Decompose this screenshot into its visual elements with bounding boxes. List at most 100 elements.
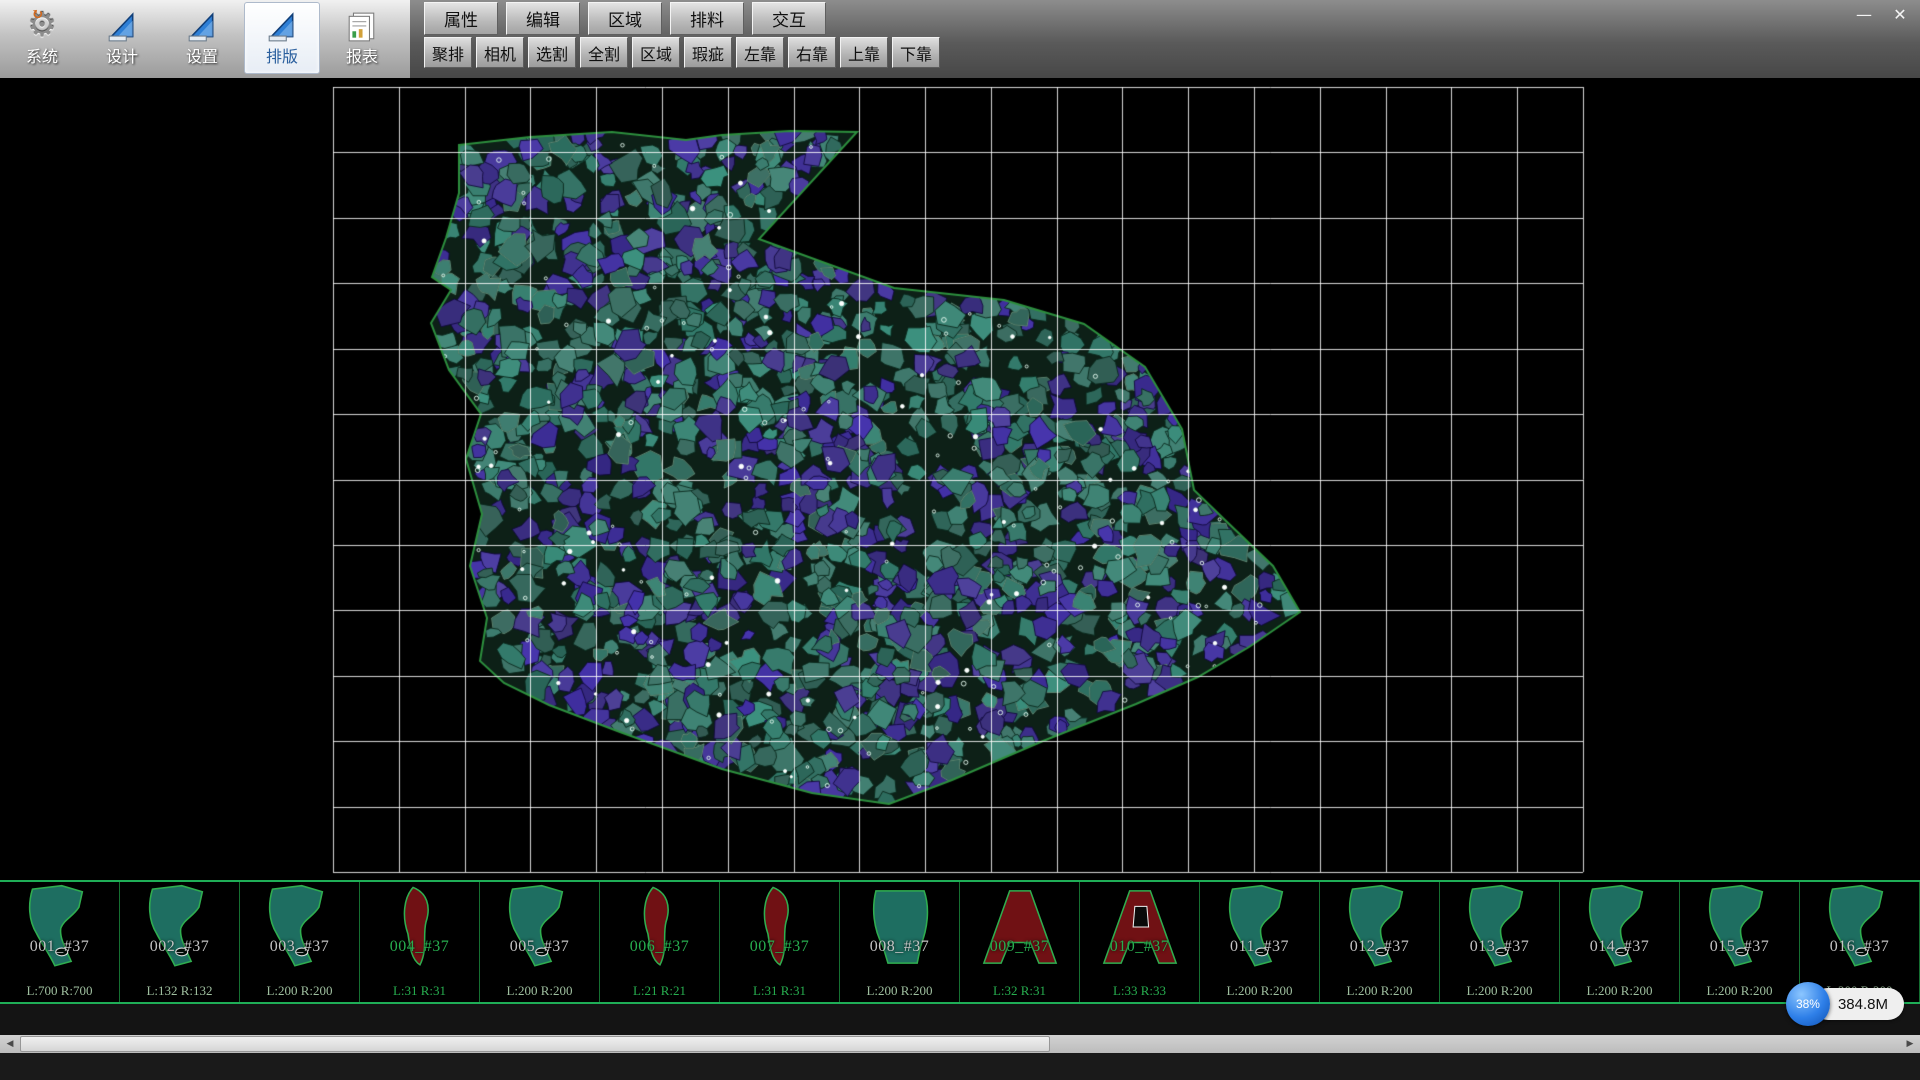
tool-button-7[interactable]: 右靠 [788, 37, 836, 68]
app-button-label: 排版 [266, 47, 298, 69]
menu-tab-3[interactable]: 排料 [670, 2, 744, 35]
part-shape [730, 884, 830, 970]
part-cell-008_#37[interactable]: 008_#37L:200 R:200 [840, 882, 960, 1002]
app-button-design[interactable]: 设计 [84, 2, 160, 74]
close-button[interactable]: ✕ [1886, 3, 1914, 25]
part-name: 016_#37 [1800, 938, 1919, 956]
minimize-button[interactable]: — [1850, 3, 1878, 25]
app-button-label: 报表 [346, 47, 378, 69]
part-name: 002_#37 [120, 938, 239, 956]
tool-button-row: 聚排相机选割全割区域瑕疵左靠右靠上靠下靠 [424, 37, 944, 68]
part-cell-006_#37[interactable]: 006_#37 L:21 R:21 [600, 882, 720, 1002]
part-shape [850, 884, 950, 970]
part-shape [250, 884, 350, 970]
tool-button-3[interactable]: 全割 [580, 37, 628, 68]
app-button-label: 设计 [106, 47, 138, 69]
part-name: 015_#37 [1680, 938, 1799, 956]
part-name: 007_#37 [720, 938, 839, 956]
menu-area: 属性编辑区域排料交互 聚排相机选割全割区域瑕疵左靠右靠上靠下靠 [424, 2, 944, 68]
app-button-label: 设置 [186, 47, 218, 69]
tool-button-8[interactable]: 上靠 [840, 37, 888, 68]
part-name: 013_#37 [1440, 938, 1559, 956]
part-name: 003_#37 [240, 938, 359, 956]
part-cell-007_#37[interactable]: 007_#37 L:31 R:31 [720, 882, 840, 1002]
part-meta: L:200 R:200 [1680, 983, 1799, 999]
tool-button-0[interactable]: 聚排 [424, 37, 472, 68]
part-meta: L:200 R:200 [1560, 983, 1679, 999]
tool-button-4[interactable]: 区域 [632, 37, 680, 68]
status-badge: 38% 384.8M [1786, 982, 1904, 1026]
part-meta: L:33 R:33 [1080, 983, 1199, 999]
menu-tab-row: 属性编辑区域排料交互 [424, 2, 944, 35]
part-cell-013_#37[interactable]: 013_#37 L:200 R:200 [1440, 882, 1560, 1002]
part-cell-003_#37[interactable]: 003_#37 L:200 R:200 [240, 882, 360, 1002]
tool-button-5[interactable]: 瑕疵 [684, 37, 732, 68]
app-button-system[interactable]: ⚙↻系统 [4, 2, 80, 74]
part-meta: L:32 R:31 [960, 983, 1079, 999]
part-cell-012_#37[interactable]: 012_#37 L:200 R:200 [1320, 882, 1440, 1002]
app-button-settings[interactable]: 设置 [164, 2, 240, 74]
part-cell-001_#37[interactable]: 001_#37 L:700 R:700 [0, 882, 120, 1002]
part-shape [1330, 884, 1430, 970]
part-meta: L:200 R:200 [480, 983, 599, 999]
part-shape [1570, 884, 1670, 970]
app-button-label: 系统 [26, 47, 58, 69]
part-meta: L:200 R:200 [240, 983, 359, 999]
part-name: 012_#37 [1320, 938, 1439, 956]
part-shape [370, 884, 470, 970]
part-name: 010_#37 [1080, 938, 1199, 956]
part-name: 004_#37 [360, 938, 479, 956]
menu-tab-4[interactable]: 交互 [752, 2, 826, 35]
part-meta: L:31 R:31 [720, 983, 839, 999]
part-cell-014_#37[interactable]: 014_#37L:200 R:200 [1560, 882, 1680, 1002]
draft-triangle-icon [106, 7, 138, 47]
parts-strip: 001_#37L:700 R:700002_#37L:132 R:132003_… [0, 880, 1920, 1004]
horizontal-scrollbar[interactable]: ◀ ▶ [0, 1035, 1920, 1053]
part-meta: L:200 R:200 [1320, 983, 1439, 999]
progress-indicator: 38% [1786, 982, 1830, 1026]
app-window: ⚙↻系统设计设置排版报表 属性编辑区域排料交互 聚排相机选割全割区域瑕疵左靠右靠… [0, 0, 1920, 1080]
part-meta: L:200 R:200 [840, 983, 959, 999]
part-cell-002_#37[interactable]: 002_#37 L:132 R:132 [120, 882, 240, 1002]
part-cell-009_#37[interactable]: 009_#37 L:32 R:31 [960, 882, 1080, 1002]
nesting-canvas[interactable] [0, 78, 1920, 880]
part-shape [10, 884, 110, 970]
part-shape [970, 884, 1070, 970]
part-name: 001_#37 [0, 938, 119, 956]
app-button-report[interactable]: 报表 [324, 2, 400, 74]
tool-button-2[interactable]: 选割 [528, 37, 576, 68]
scroll-left-arrow[interactable]: ◀ [0, 1035, 20, 1053]
scrollbar-thumb[interactable] [20, 1036, 1050, 1052]
part-name: 009_#37 [960, 938, 1079, 956]
window-controls: — ✕ [1850, 3, 1914, 25]
part-cell-015_#37[interactable]: 015_#37 L:200 R:200 [1680, 882, 1800, 1002]
part-meta: L:132 R:132 [120, 983, 239, 999]
scroll-right-arrow[interactable]: ▶ [1900, 1035, 1920, 1053]
app-button-layout[interactable]: 排版 [244, 2, 320, 74]
part-shape [1450, 884, 1550, 970]
part-cell-010_#37[interactable]: 010_#37 L:33 R:33 [1080, 882, 1200, 1002]
part-name: 006_#37 [600, 938, 719, 956]
part-cell-011_#37[interactable]: 011_#37L:200 R:200 [1200, 882, 1320, 1002]
tool-button-6[interactable]: 左靠 [736, 37, 784, 68]
tool-button-9[interactable]: 下靠 [892, 37, 940, 68]
report-icon [346, 7, 378, 47]
part-cell-004_#37[interactable]: 004_#37L:31 R:31 [360, 882, 480, 1002]
part-meta: L:21 R:21 [600, 983, 719, 999]
menu-tab-0[interactable]: 属性 [424, 2, 498, 35]
part-meta: L:700 R:700 [0, 983, 119, 999]
bottom-gap [0, 1004, 1920, 1035]
gear-icon: ⚙↻ [27, 7, 57, 47]
part-shape [490, 884, 590, 970]
part-shape [130, 884, 230, 970]
part-shape [1210, 884, 1310, 970]
part-cell-005_#37[interactable]: 005_#37L:200 R:200 [480, 882, 600, 1002]
menu-tab-1[interactable]: 编辑 [506, 2, 580, 35]
part-meta: L:200 R:200 [1440, 983, 1559, 999]
menu-tab-2[interactable]: 区域 [588, 2, 662, 35]
part-meta: L:200 R:200 [1200, 983, 1319, 999]
tool-button-1[interactable]: 相机 [476, 37, 524, 68]
part-shape [1690, 884, 1790, 970]
top-toolbar: ⚙↻系统设计设置排版报表 属性编辑区域排料交互 聚排相机选割全割区域瑕疵左靠右靠… [0, 0, 1920, 78]
draft-triangle-icon [266, 7, 298, 47]
